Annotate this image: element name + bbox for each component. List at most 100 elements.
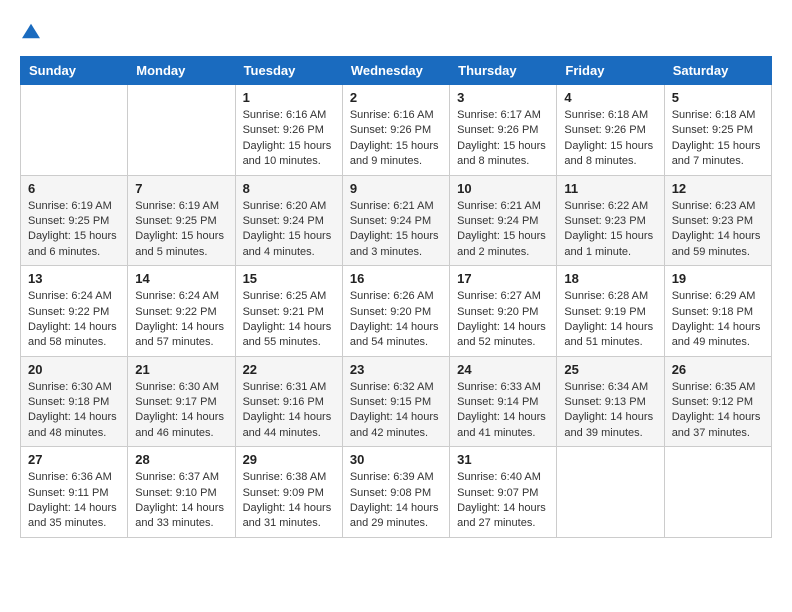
calendar-cell (21, 85, 128, 176)
day-info: Sunrise: 6:35 AM Sunset: 9:12 PM Dayligh… (672, 380, 764, 442)
calendar-cell: 5Sunrise: 6:18 AM Sunset: 9:25 PM Daylig… (664, 85, 771, 176)
day-number: 22 (243, 362, 335, 377)
calendar-cell: 17 Sunrise: 6:27 AM Sunset: 9:20 PM Dayli… (450, 266, 557, 357)
day-number: 14 (135, 271, 227, 286)
day-info: Sunrise: 6:22 AM Sunset: 9:23 PM Dayligh… (564, 199, 656, 261)
day-number: 28 (135, 452, 227, 467)
day-number: 20 (28, 362, 120, 377)
day-number: 6 (28, 181, 120, 196)
day-info: Sunrise: 6:19 AM Sunset: 9:25 PM Dayligh… (135, 199, 227, 261)
day-number: 25 (564, 362, 656, 377)
calendar-cell (128, 85, 235, 176)
weekday-header-tuesday: Tuesday (235, 57, 342, 85)
day-info: Sunrise: 6:17 AM Sunset: 9:26 PM Dayligh… (457, 108, 549, 170)
day-info: Sunrise: 6:19 AM Sunset: 9:25 PM Dayligh… (28, 199, 120, 261)
day-number: 10 (457, 181, 549, 196)
day-info: Sunrise: 6:16 AM Sunset: 9:26 PM Dayligh… (243, 108, 335, 170)
calendar-cell: 30 Sunrise: 6:39 AM Sunset: 9:08 PM Dayli… (342, 447, 449, 538)
logo (20, 20, 40, 46)
weekday-header-monday: Monday (128, 57, 235, 85)
day-info: Sunrise: 6:21 AM Sunset: 9:24 PM Dayligh… (350, 199, 442, 261)
weekday-header-saturday: Saturday (664, 57, 771, 85)
calendar-week-row: 6 Sunrise: 6:19 AM Sunset: 9:25 PM Daylig… (21, 175, 772, 266)
calendar-cell: 11 Sunrise: 6:22 AM Sunset: 9:23 PM Dayli… (557, 175, 664, 266)
calendar-week-row: 27Sunrise: 6:36 AM Sunset: 9:11 PM Dayli… (21, 447, 772, 538)
calendar-week-row: 13 Sunrise: 6:24 AM Sunset: 9:22 PM Dayli… (21, 266, 772, 357)
day-number: 29 (243, 452, 335, 467)
day-number: 3 (457, 90, 549, 105)
calendar-cell (557, 447, 664, 538)
day-number: 8 (243, 181, 335, 196)
day-number: 4 (564, 90, 656, 105)
day-info: Sunrise: 6:26 AM Sunset: 9:20 PM Dayligh… (350, 289, 442, 351)
day-info: Sunrise: 6:24 AM Sunset: 9:22 PM Dayligh… (28, 289, 120, 351)
day-number: 30 (350, 452, 442, 467)
day-number: 17 (457, 271, 549, 286)
day-info: Sunrise: 6:20 AM Sunset: 9:24 PM Dayligh… (243, 199, 335, 261)
calendar-cell: 14 Sunrise: 6:24 AM Sunset: 9:22 PM Dayli… (128, 266, 235, 357)
calendar-cell: 13 Sunrise: 6:24 AM Sunset: 9:22 PM Dayli… (21, 266, 128, 357)
day-number: 11 (564, 181, 656, 196)
day-info: Sunrise: 6:28 AM Sunset: 9:19 PM Dayligh… (564, 289, 656, 351)
day-info: Sunrise: 6:23 AM Sunset: 9:23 PM Dayligh… (672, 199, 764, 261)
day-info: Sunrise: 6:30 AM Sunset: 9:18 PM Dayligh… (28, 380, 120, 442)
calendar-cell: 15 Sunrise: 6:25 AM Sunset: 9:21 PM Dayli… (235, 266, 342, 357)
day-number: 19 (672, 271, 764, 286)
weekday-header-friday: Friday (557, 57, 664, 85)
weekday-header-sunday: Sunday (21, 57, 128, 85)
calendar-cell: 18 Sunrise: 6:28 AM Sunset: 9:19 PM Dayli… (557, 266, 664, 357)
calendar-cell: 12 Sunrise: 6:23 AM Sunset: 9:23 PM Dayli… (664, 175, 771, 266)
day-info: Sunrise: 6:18 AM Sunset: 9:26 PM Dayligh… (564, 108, 656, 170)
day-info: Sunrise: 6:16 AM Sunset: 9:26 PM Dayligh… (350, 108, 442, 170)
calendar-cell: 8 Sunrise: 6:20 AM Sunset: 9:24 PM Daylig… (235, 175, 342, 266)
day-info: Sunrise: 6:33 AM Sunset: 9:14 PM Dayligh… (457, 380, 549, 442)
day-number: 31 (457, 452, 549, 467)
day-number: 9 (350, 181, 442, 196)
calendar-cell: 7 Sunrise: 6:19 AM Sunset: 9:25 PM Daylig… (128, 175, 235, 266)
day-number: 16 (350, 271, 442, 286)
day-number: 23 (350, 362, 442, 377)
day-number: 18 (564, 271, 656, 286)
day-number: 21 (135, 362, 227, 377)
day-number: 24 (457, 362, 549, 377)
calendar-cell: 27Sunrise: 6:36 AM Sunset: 9:11 PM Dayli… (21, 447, 128, 538)
day-number: 27 (28, 452, 120, 467)
weekday-header-thursday: Thursday (450, 57, 557, 85)
day-info: Sunrise: 6:24 AM Sunset: 9:22 PM Dayligh… (135, 289, 227, 351)
calendar-week-row: 20 Sunrise: 6:30 AM Sunset: 9:18 PM Dayli… (21, 356, 772, 447)
day-number: 15 (243, 271, 335, 286)
day-number: 7 (135, 181, 227, 196)
day-number: 1 (243, 90, 335, 105)
day-info: Sunrise: 6:39 AM Sunset: 9:08 PM Dayligh… (350, 470, 442, 532)
calendar-cell: 31 Sunrise: 6:40 AM Sunset: 9:07 PM Dayli… (450, 447, 557, 538)
calendar-cell: 3 Sunrise: 6:17 AM Sunset: 9:26 PM Daylig… (450, 85, 557, 176)
calendar-cell: 29Sunrise: 6:38 AM Sunset: 9:09 PM Dayli… (235, 447, 342, 538)
day-info: Sunrise: 6:21 AM Sunset: 9:24 PM Dayligh… (457, 199, 549, 261)
day-number: 26 (672, 362, 764, 377)
day-info: Sunrise: 6:29 AM Sunset: 9:18 PM Dayligh… (672, 289, 764, 351)
logo-icon (22, 22, 40, 40)
calendar-cell: 19 Sunrise: 6:29 AM Sunset: 9:18 PM Dayli… (664, 266, 771, 357)
calendar-cell: 10 Sunrise: 6:21 AM Sunset: 9:24 PM Dayli… (450, 175, 557, 266)
day-info: Sunrise: 6:18 AM Sunset: 9:25 PM Dayligh… (672, 108, 764, 170)
calendar-cell: 25 Sunrise: 6:34 AM Sunset: 9:13 PM Dayli… (557, 356, 664, 447)
day-info: Sunrise: 6:30 AM Sunset: 9:17 PM Dayligh… (135, 380, 227, 442)
day-info: Sunrise: 6:34 AM Sunset: 9:13 PM Dayligh… (564, 380, 656, 442)
calendar-table: SundayMondayTuesdayWednesdayThursdayFrid… (20, 56, 772, 538)
day-info: Sunrise: 6:40 AM Sunset: 9:07 PM Dayligh… (457, 470, 549, 532)
calendar-cell: 4 Sunrise: 6:18 AM Sunset: 9:26 PM Daylig… (557, 85, 664, 176)
calendar-cell: 1 Sunrise: 6:16 AM Sunset: 9:26 PM Daylig… (235, 85, 342, 176)
calendar-cell: 22Sunrise: 6:31 AM Sunset: 9:16 PM Dayli… (235, 356, 342, 447)
day-number: 2 (350, 90, 442, 105)
weekday-header-row: SundayMondayTuesdayWednesdayThursdayFrid… (21, 57, 772, 85)
day-number: 13 (28, 271, 120, 286)
day-info: Sunrise: 6:25 AM Sunset: 9:21 PM Dayligh… (243, 289, 335, 351)
calendar-week-row: 1 Sunrise: 6:16 AM Sunset: 9:26 PM Daylig… (21, 85, 772, 176)
day-info: Sunrise: 6:27 AM Sunset: 9:20 PM Dayligh… (457, 289, 549, 351)
calendar-cell: 23Sunrise: 6:32 AM Sunset: 9:15 PM Dayli… (342, 356, 449, 447)
day-info: Sunrise: 6:37 AM Sunset: 9:10 PM Dayligh… (135, 470, 227, 532)
calendar-cell: 16 Sunrise: 6:26 AM Sunset: 9:20 PM Dayli… (342, 266, 449, 357)
calendar-cell: 28 Sunrise: 6:37 AM Sunset: 9:10 PM Dayli… (128, 447, 235, 538)
day-number: 12 (672, 181, 764, 196)
page-header (20, 20, 772, 46)
